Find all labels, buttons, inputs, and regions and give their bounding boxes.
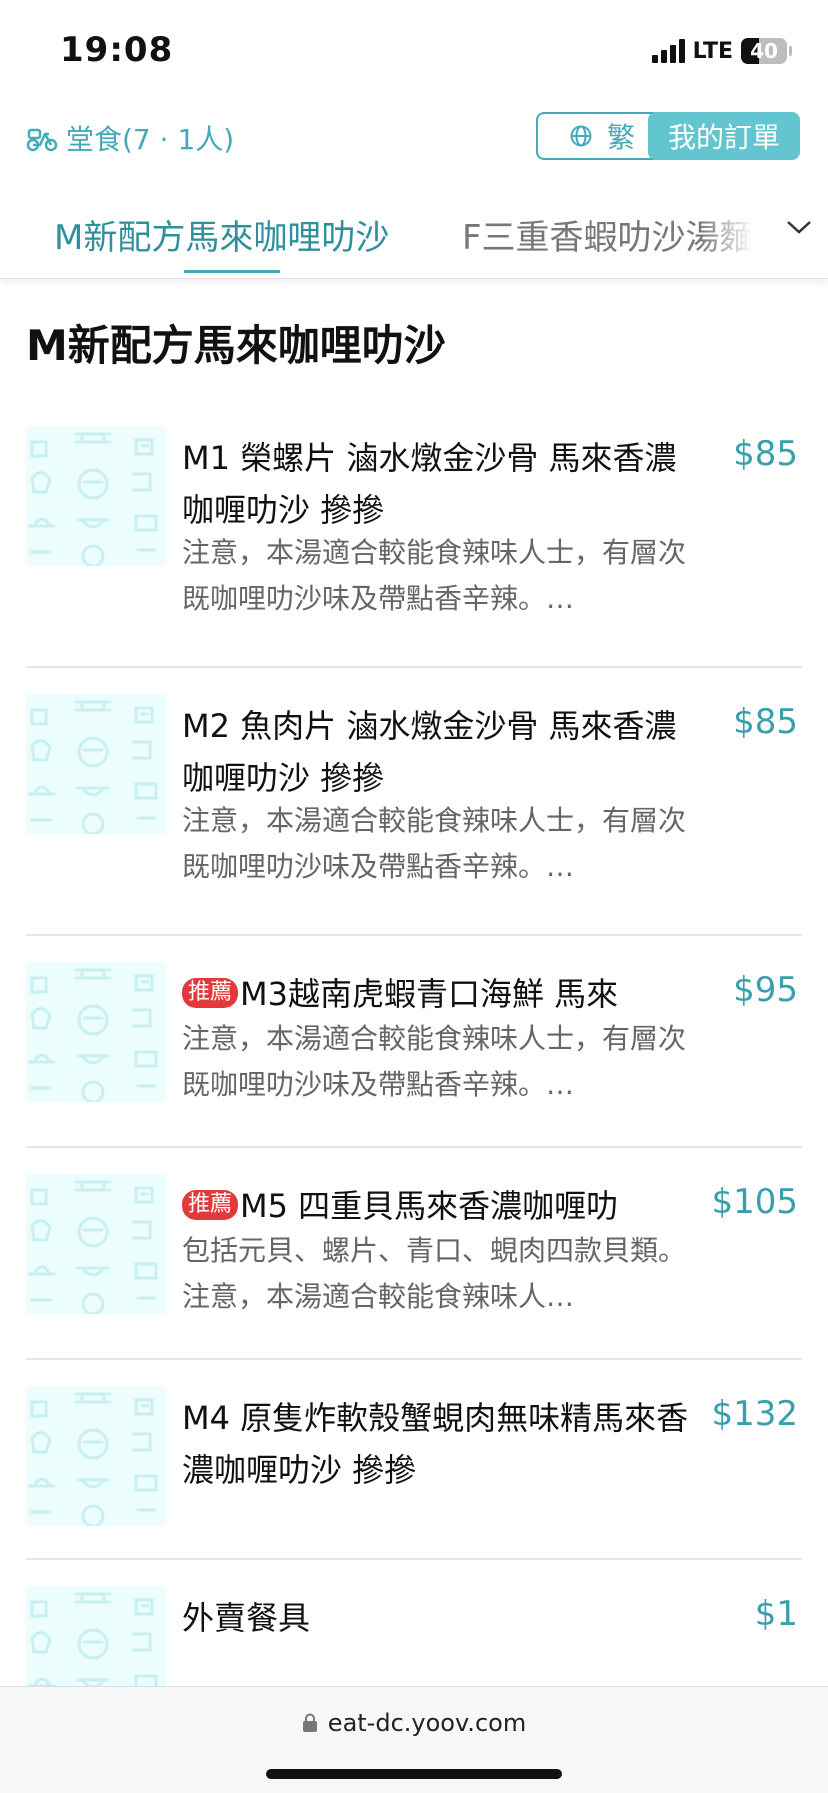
- item-description: 注意，本湯適合較能食辣味人士，有層次既咖哩叻沙味及帶點香辛辣。…: [182, 804, 687, 883]
- item-price: $85: [733, 702, 798, 742]
- item-price: $95: [733, 970, 798, 1010]
- chevron-down-icon[interactable]: [782, 210, 816, 244]
- item-divider: [26, 1558, 802, 1560]
- section-title: M新配方馬來咖哩叻沙: [26, 321, 446, 370]
- url-text: eat-dc.yoov.com: [327, 1709, 527, 1737]
- food-placeholder-image: [26, 694, 166, 834]
- category-tabs: M新配方馬來咖哩叻沙 F三重香蝦叻沙湯麵: [0, 180, 828, 279]
- food-placeholder-image: [26, 1174, 166, 1314]
- item-price: $85: [733, 434, 798, 474]
- item-description: 注意，本湯適合較能食辣味人士，有層次既咖哩叻沙味及帶點香辛辣。…: [182, 536, 687, 615]
- item-name: 外賣餐具: [182, 1599, 311, 1637]
- status-icons: LTE 40: [651, 36, 792, 66]
- url-display[interactable]: eat-dc.yoov.com: [0, 1709, 828, 1737]
- item-divider: [26, 666, 802, 668]
- cellular-signal-icon: [651, 39, 685, 63]
- item-description: 注意，本湯適合較能食辣味人士，有層次既咖哩叻沙味及帶點香辛辣。…: [182, 1022, 687, 1101]
- item-divider: [26, 1146, 802, 1148]
- item-name: M4 原隻炸軟殼蟹蜆肉無味精馬來香濃咖喱叻沙 摻摻: [182, 1399, 689, 1489]
- status-bar: 19:08 LTE 40: [0, 0, 828, 100]
- item-name-text: M5 四重貝馬來香濃咖喱叻: [240, 1187, 619, 1225]
- food-placeholder-image: [26, 426, 166, 566]
- battery-icon: 40: [741, 38, 787, 64]
- battery-tip: [789, 46, 792, 56]
- home-indicator[interactable]: [266, 1769, 562, 1779]
- item-divider: [26, 1358, 802, 1360]
- item-name-text: M3越南虎蝦青口海鮮 馬來: [240, 975, 619, 1013]
- lock-icon: [302, 1713, 317, 1732]
- food-placeholder-image: [26, 1386, 166, 1526]
- item-description: 包括元貝、螺片、青口、蜆肉四款貝類。注意，本湯適合較能食辣味人…: [182, 1234, 687, 1313]
- top-bar: 堂食(7 · 1人) 繁 我的訂單: [0, 100, 828, 180]
- dine-in-label: 堂食(7 · 1人): [66, 123, 235, 156]
- network-type: LTE: [692, 38, 733, 64]
- recommended-badge: 推薦: [182, 978, 239, 1008]
- item-name: M1 榮螺片 滷水燉金沙骨 馬來香濃咖喱叻沙 摻摻: [182, 439, 677, 529]
- item-name: 推薦 M3越南虎蝦青口海鮮 馬來: [182, 968, 702, 1020]
- tabs-fade: [700, 180, 776, 278]
- item-price: $1: [754, 1594, 798, 1634]
- food-placeholder-image: [26, 962, 166, 1102]
- dine-in-selector[interactable]: 堂食(7 · 1人): [26, 118, 234, 158]
- my-orders-button[interactable]: 我的訂單: [648, 112, 800, 160]
- item-divider: [26, 934, 802, 936]
- item-name: 推薦 M5 四重貝馬來香濃咖喱叻: [182, 1180, 702, 1232]
- globe-icon: [570, 125, 592, 147]
- active-tab-indicator: [184, 270, 280, 273]
- recommended-badge: 推薦: [182, 1190, 239, 1220]
- item-name: M2 魚肉片 滷水燉金沙骨 馬來香濃咖喱叻沙 摻摻: [182, 707, 677, 797]
- tab-category-m[interactable]: M新配方馬來咖哩叻沙: [54, 210, 389, 259]
- scooter-icon: [26, 128, 58, 152]
- browser-url-bar[interactable]: eat-dc.yoov.com: [0, 1686, 828, 1793]
- item-price: $105: [711, 1182, 798, 1222]
- battery-percent: 40: [750, 39, 778, 63]
- language-label: 繁: [606, 121, 635, 154]
- item-price: $132: [711, 1394, 798, 1434]
- status-time: 19:08: [60, 30, 174, 70]
